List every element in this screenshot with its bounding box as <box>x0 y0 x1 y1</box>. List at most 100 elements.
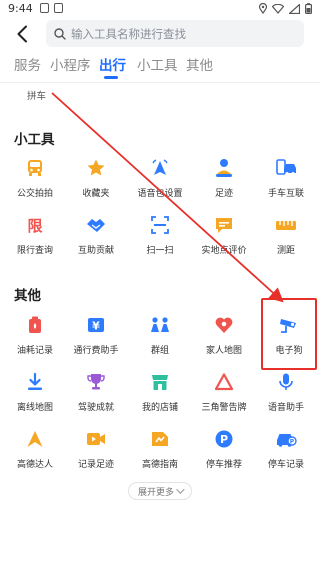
status-time: 9:44 <box>8 2 33 15</box>
other-item-record-footprint[interactable]: 记录足迹 <box>64 428 128 478</box>
tool-item-label: 公交拍拍 <box>16 189 53 199</box>
status-bar: 9:44 <box>0 0 320 18</box>
other-item-group[interactable]: 群组 <box>128 314 192 364</box>
other-item-amap-guide[interactable]: 高德指南 <box>128 428 192 478</box>
tool-item-favorites[interactable]: 收藏夹 <box>64 157 128 207</box>
other-item-voice-assistant[interactable]: 语音助手 <box>254 371 318 421</box>
tool-item-restriction[interactable]: 限 限行查询 <box>3 214 67 264</box>
other-item-amap-expert[interactable]: 高德达人 <box>3 428 67 478</box>
annotation-highlight-box <box>261 298 317 370</box>
expert-icon <box>24 428 46 450</box>
tool-item-voice-pack[interactable]: 语音包设置 <box>128 157 192 207</box>
wifi-icon <box>272 3 284 14</box>
other-item-fuel-record[interactable]: 油耗记录 <box>3 314 67 364</box>
tab-other[interactable]: 其他 <box>186 54 213 74</box>
handshake-icon <box>85 214 107 236</box>
status-right-icons <box>259 3 312 14</box>
tab-travel[interactable]: 出行 <box>99 54 126 74</box>
parking-record-icon: P <box>275 428 297 450</box>
tool-item-footprint[interactable]: 足迹 <box>192 157 256 207</box>
tool-item-label: 测距 <box>276 246 295 256</box>
tab-services[interactable]: 服务 <box>14 54 41 74</box>
other-item-parking-recommend[interactable]: P 停车推荐 <box>192 428 256 478</box>
notification-icon <box>54 3 63 13</box>
other-item-label: 停车记录 <box>267 460 304 470</box>
other-item-toll-assistant[interactable]: ¥ 通行费助手 <box>64 314 128 364</box>
guide-icon <box>149 428 171 450</box>
back-arrow-icon <box>17 25 27 43</box>
back-button[interactable] <box>10 22 34 46</box>
shop-icon <box>149 371 171 393</box>
other-item-family-map[interactable]: 家人地图 <box>192 314 256 364</box>
status-left-icons <box>40 3 63 13</box>
other-item-label: 记录足迹 <box>77 460 114 470</box>
tool-item-label: 足迹 <box>214 189 233 199</box>
group-icon <box>149 314 171 336</box>
tool-item-bus-camera[interactable]: 公交拍拍 <box>3 157 67 207</box>
other-item-label: 停车推荐 <box>205 460 242 470</box>
other-item-label: 高德达人 <box>16 460 53 470</box>
other-item-label: 群组 <box>150 346 169 356</box>
category-tabs: 服务 小程序 出行 小工具 其他 <box>0 54 320 80</box>
family-map-icon <box>213 314 235 336</box>
list-item-carpool[interactable]: 拼车 <box>27 88 46 102</box>
scan-icon <box>149 214 171 236</box>
other-item-warning-triangle[interactable]: 三角警告牌 <box>192 371 256 421</box>
restriction-icon: 限 <box>24 214 46 236</box>
section-title-other: 其他 <box>14 288 41 304</box>
other-item-label: 油耗记录 <box>16 346 53 356</box>
other-item-label: 驾驶成就 <box>77 403 114 413</box>
other-item-label: 我的店铺 <box>141 403 178 413</box>
notification-icon <box>40 3 49 13</box>
tool-item-label: 实地点评价 <box>201 246 247 256</box>
tool-item-place-review[interactable]: 实地点评价 <box>192 214 256 264</box>
warning-triangle-icon <box>213 371 235 393</box>
search-bar[interactable] <box>46 20 304 47</box>
tab-tools[interactable]: 小工具 <box>137 54 178 74</box>
tool-item-label: 收藏夹 <box>82 189 110 199</box>
location-icon <box>259 3 267 14</box>
svg-text:¥: ¥ <box>92 320 100 333</box>
tool-item-phone-car[interactable]: 手车互联 <box>254 157 318 207</box>
other-item-achievements[interactable]: 驾驶成就 <box>64 371 128 421</box>
svg-text:限: 限 <box>27 217 42 235</box>
expand-more-button[interactable]: 展开更多 <box>128 482 192 500</box>
phone-car-icon <box>275 157 297 179</box>
other-item-label: 语音助手 <box>267 403 304 413</box>
tool-item-label: 限行查询 <box>16 246 53 256</box>
fuel-icon <box>24 314 46 336</box>
star-icon <box>85 157 107 179</box>
chevron-down-icon <box>176 485 185 494</box>
active-tab-indicator <box>104 76 118 79</box>
svg-text:P: P <box>290 438 295 445</box>
svg-text:P: P <box>220 433 228 446</box>
microphone-icon <box>275 371 297 393</box>
other-item-my-shop[interactable]: 我的店铺 <box>128 371 192 421</box>
tab-mini-programs[interactable]: 小程序 <box>50 54 91 74</box>
toll-icon: ¥ <box>85 314 107 336</box>
other-item-label: 高德指南 <box>141 460 178 470</box>
download-icon <box>24 371 46 393</box>
parking-icon: P <box>213 428 235 450</box>
tool-item-measure[interactable]: 测距 <box>254 214 318 264</box>
expand-more-label: 展开更多 <box>137 487 174 498</box>
other-item-label: 通行费助手 <box>73 346 119 356</box>
other-item-label: 离线地图 <box>16 403 53 413</box>
other-item-offline-map[interactable]: 离线地图 <box>3 371 67 421</box>
trophy-icon <box>85 371 107 393</box>
battery-icon <box>305 3 312 14</box>
other-item-label: 三角警告牌 <box>201 403 247 413</box>
search-input[interactable] <box>71 26 291 41</box>
comment-icon <box>213 214 235 236</box>
footprint-icon <box>213 157 235 179</box>
tool-item-mutual-help[interactable]: 互助贡献 <box>64 214 128 264</box>
other-item-parking-record[interactable]: P 停车记录 <box>254 428 318 478</box>
tool-item-label: 扫一扫 <box>146 246 174 256</box>
tool-item-label: 手车互联 <box>267 189 304 199</box>
top-bar <box>0 18 320 52</box>
tool-item-label: 语音包设置 <box>137 189 183 199</box>
signal-icon <box>289 3 300 14</box>
search-icon <box>54 27 66 40</box>
tool-item-scan[interactable]: 扫一扫 <box>128 214 192 264</box>
other-item-label: 家人地图 <box>205 346 242 356</box>
